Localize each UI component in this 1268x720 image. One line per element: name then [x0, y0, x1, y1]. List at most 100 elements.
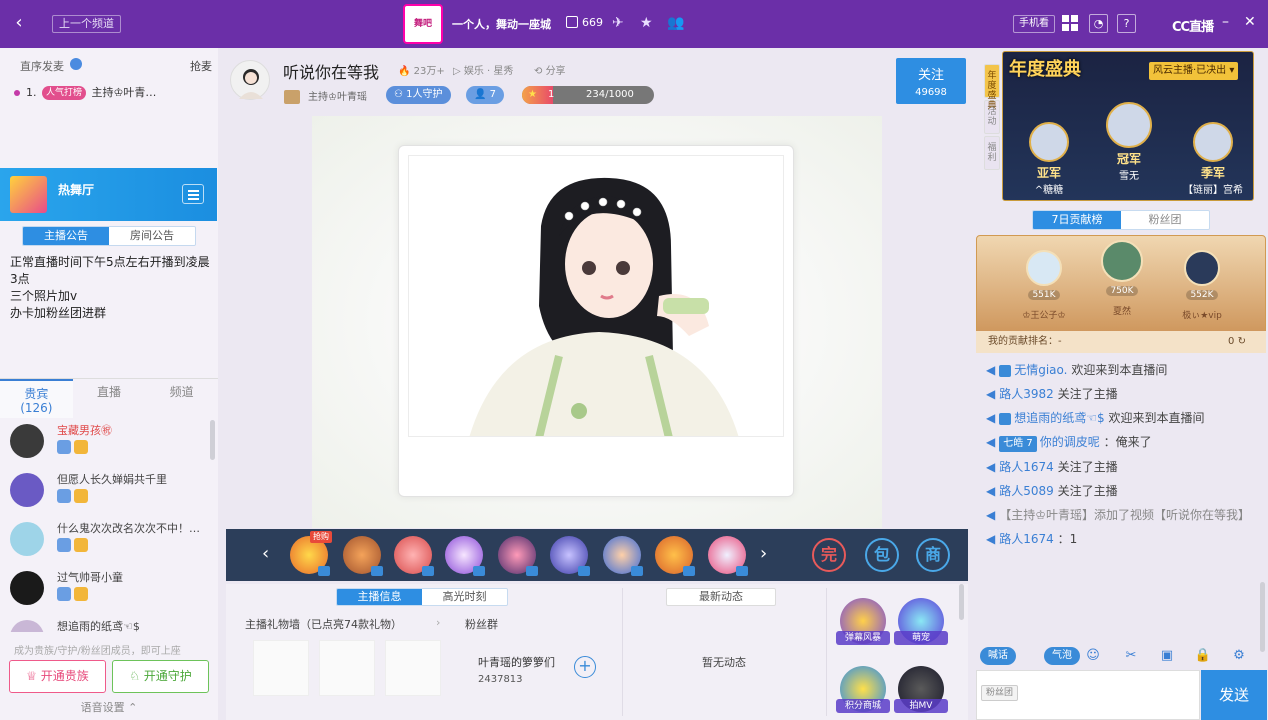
barrage-storm-button[interactable]: 弹幕风暴 — [836, 598, 890, 645]
channel-logo: 舞吧 — [403, 4, 443, 44]
pet-button[interactable]: 萌宠 — [894, 598, 948, 645]
gift-item[interactable] — [655, 536, 695, 576]
close-icon[interactable]: ✕ — [1244, 13, 1256, 31]
gift-item[interactable] — [708, 536, 748, 576]
refresh-icon[interactable]: ↻ — [1238, 336, 1246, 347]
guest-row[interactable]: 宝藏男孩㊗ — [0, 420, 212, 469]
chat-user[interactable]: 路人1674 — [999, 532, 1054, 546]
gift-item[interactable] — [550, 536, 590, 576]
bag-icon[interactable]: 包 — [865, 538, 899, 572]
tab-fan-group[interactable]: 粉丝团 — [1121, 211, 1209, 229]
gift-next-icon[interactable]: › — [760, 543, 767, 565]
grab-mic-button[interactable]: 抢麦 — [190, 58, 212, 74]
star-icon[interactable]: ★ — [640, 14, 653, 32]
add-fan-group-icon[interactable]: + — [574, 656, 596, 678]
grid-icon[interactable] — [1062, 15, 1078, 31]
guest-row[interactable]: 想追雨的纸鸢☜$ — [0, 616, 212, 632]
shoot-mv-button[interactable]: 拍MV — [894, 666, 948, 713]
back-icon[interactable]: ‹ — [8, 12, 30, 34]
open-guard-button[interactable]: ♘ 开通守护 — [112, 660, 209, 693]
send-button[interactable]: 发送 — [1201, 670, 1267, 720]
podium-third[interactable]: 552K 极ぃ★vip — [1167, 250, 1237, 321]
video-player[interactable] — [312, 116, 882, 528]
tab-live[interactable]: 直播 — [73, 379, 146, 418]
guest-row[interactable]: 什么鬼次次改名次次不中！… — [0, 518, 212, 567]
chat-user[interactable]: 你的调皮呢 — [1040, 435, 1100, 449]
gift-wall-item[interactable] — [253, 640, 309, 696]
gala-third-place[interactable]: 季军 【链丽】宫希 — [1177, 122, 1249, 196]
gift-wall-item[interactable] — [319, 640, 375, 696]
fans-count-pill[interactable]: 👤 7 — [466, 86, 505, 104]
emoji-icon[interactable]: ☺ — [1084, 647, 1102, 665]
shop-icon[interactable]: 商 — [916, 538, 950, 572]
latest-news-tab[interactable]: 最新动态 — [666, 588, 776, 606]
open-noble-button[interactable]: ♕ 开通贵族 — [9, 660, 106, 693]
points-mall-button[interactable]: 积分商城 — [836, 666, 890, 713]
info-scrollbar[interactable] — [959, 584, 964, 620]
gift-prev-icon[interactable]: ‹ — [262, 543, 269, 565]
tab-highlights[interactable]: 高光时刻 — [422, 589, 507, 605]
share-button[interactable]: ⟲ 分享 — [534, 62, 566, 77]
gift-item[interactable] — [603, 536, 643, 576]
chat-text: 关注了主播 — [1057, 387, 1118, 401]
category-link[interactable]: ▷ 娱乐 · 星秀 — [453, 62, 513, 77]
tab-room-notice[interactable]: 房间公告 — [109, 227, 195, 245]
speaker-icon: ◀ — [986, 460, 996, 474]
voice-settings-button[interactable]: 语音设置 ⌃ — [0, 696, 218, 720]
gift-item[interactable] — [445, 536, 485, 576]
image-icon[interactable]: ▣ — [1158, 647, 1176, 665]
hall-banner[interactable]: 热舞厅 — [0, 168, 217, 221]
gala-champion[interactable]: 冠军 雪无 — [1097, 102, 1161, 182]
follow-button[interactable]: 关注 49698 — [896, 58, 966, 104]
podium-first[interactable]: 750K 夏然 — [1087, 240, 1157, 317]
gala-runner-up[interactable]: 亚军 ^糖糖 — [1017, 122, 1081, 196]
chat-scrollbar[interactable] — [1260, 582, 1265, 652]
mic-queue-item[interactable]: 1. 人气打榜 主持♔叶青… — [14, 84, 214, 102]
bell-icon[interactable]: ◔ — [1089, 14, 1108, 33]
gift-item[interactable] — [498, 536, 538, 576]
chat-user[interactable]: 路人3982 — [999, 387, 1054, 401]
lock-icon[interactable]: 🔒 — [1194, 647, 1212, 665]
help-icon[interactable]: ? — [1117, 14, 1136, 33]
gear-icon[interactable]: ⚙ — [1230, 647, 1248, 665]
fan-group-badge[interactable]: 粉丝团 — [981, 685, 1019, 701]
chat-input[interactable] — [1031, 679, 1197, 711]
guard-count-pill[interactable]: ⚇ 1人守护 — [386, 86, 451, 104]
gift-item[interactable] — [343, 536, 383, 576]
tab-anchor-notice[interactable]: 主播公告 — [23, 227, 109, 245]
prev-channel-button[interactable]: 上一个频道 — [52, 15, 121, 33]
bubble-button[interactable]: 气泡 — [1044, 647, 1080, 665]
chat-input-box[interactable]: 粉丝团 — [976, 670, 1200, 720]
minimize-icon[interactable]: – — [1222, 13, 1229, 31]
annual-gala-banner[interactable]: 年度盛典 风云主播·已决出 ▾ 亚军 ^糖糖 冠军 雪无 季军 【链丽】宫希 — [1002, 51, 1254, 201]
complete-badge-icon[interactable]: 完 — [812, 538, 846, 572]
mobile-watch-button[interactable]: 手机看 — [1013, 15, 1055, 33]
tab-welfare[interactable]: 福利 — [984, 136, 1000, 170]
menu-icon[interactable] — [182, 184, 204, 204]
chat-user[interactable]: 想追雨的纸鸢☜$ — [1014, 411, 1104, 425]
chat-user[interactable]: 无情giao. — [1014, 363, 1067, 377]
gift-item[interactable] — [394, 536, 434, 576]
speaker-icon: ◀ — [986, 411, 996, 425]
chat-user[interactable]: 路人5089 — [999, 484, 1054, 498]
tab-gala[interactable]: 年度盛典 — [984, 64, 1000, 111]
gift-wall-item[interactable] — [385, 640, 441, 696]
tab-7day-contribution[interactable]: 7日贡献榜 — [1033, 211, 1121, 229]
tab-anchor-info[interactable]: 主播信息 — [337, 589, 422, 605]
tab-vip[interactable]: 贵宾 (126) — [0, 379, 73, 418]
plane-icon[interactable]: ✈ — [612, 14, 624, 32]
guest-scrollbar[interactable] — [210, 420, 215, 460]
gift-wall-title[interactable]: 主播礼物墙（已点亮74款礼物） — [245, 616, 402, 632]
chat-user[interactable]: 路人1674 — [999, 460, 1054, 474]
guest-row[interactable]: 过气帅哥小童 — [0, 567, 212, 616]
scissors-icon[interactable]: ✂ — [1122, 647, 1140, 665]
gala-result-dropdown[interactable]: 风云主播·已决出 ▾ — [1149, 62, 1239, 80]
chevron-right-icon[interactable]: › — [436, 616, 440, 629]
tab-channel[interactable]: 频道 — [145, 379, 218, 418]
info-icon[interactable] — [70, 58, 82, 70]
guest-row[interactable]: 但愿人长久婵娟共千里 — [0, 469, 212, 518]
users-icon[interactable]: 👥 — [667, 14, 684, 32]
podium-second[interactable]: 551K ♔王公子♔ — [1009, 250, 1079, 321]
shout-button[interactable]: 喊话 — [980, 647, 1016, 665]
streamer-avatar[interactable] — [230, 60, 270, 100]
